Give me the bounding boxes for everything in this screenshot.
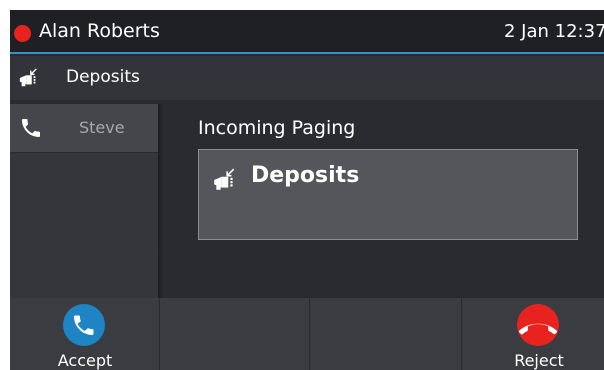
divider bbox=[158, 104, 164, 298]
paging-group-name: Deposits bbox=[251, 163, 360, 188]
reject-label: Reject bbox=[514, 351, 564, 370]
presence-status-icon[interactable] bbox=[14, 25, 31, 42]
phone-icon bbox=[22, 119, 40, 137]
call-list-item[interactable]: Steve bbox=[10, 104, 158, 153]
call-list-item-label: Steve bbox=[79, 118, 125, 137]
page-header: Deposits bbox=[10, 56, 604, 100]
accept-button[interactable]: Accept bbox=[10, 298, 160, 370]
accept-label: Accept bbox=[57, 351, 113, 370]
date-time: 2 Jan 12:37 bbox=[504, 21, 604, 42]
softkey-bar: Accept Reject bbox=[10, 298, 604, 370]
paging-icon bbox=[19, 68, 37, 87]
softkey-3[interactable] bbox=[312, 298, 462, 370]
paging-icon bbox=[214, 168, 235, 190]
phone-screen: Alan Roberts 2 Jan 12:37 Deposits Steve … bbox=[10, 10, 604, 370]
phone-icon bbox=[63, 304, 105, 346]
softkey-2[interactable] bbox=[160, 298, 310, 370]
user-name: Alan Roberts bbox=[39, 20, 160, 42]
page-title: Deposits bbox=[66, 67, 140, 87]
status-bar: Alan Roberts 2 Jan 12:37 bbox=[10, 10, 604, 54]
hang-up-icon bbox=[517, 304, 559, 346]
paging-card[interactable]: Deposits bbox=[198, 149, 578, 240]
incoming-paging-title: Incoming Paging bbox=[198, 117, 356, 139]
reject-button[interactable]: Reject bbox=[464, 298, 604, 370]
call-list: Steve bbox=[10, 104, 158, 298]
